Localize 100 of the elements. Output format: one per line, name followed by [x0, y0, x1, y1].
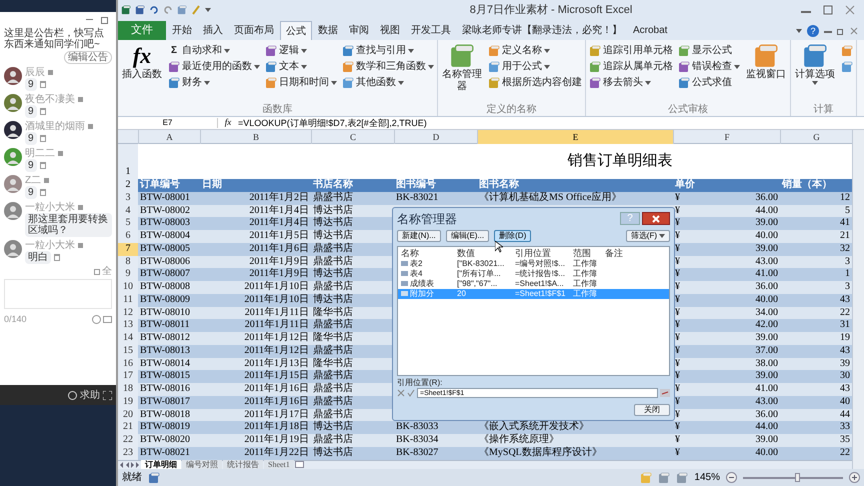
row-header[interactable]: 12 — [118, 306, 138, 320]
row-header[interactable]: 2 — [118, 179, 138, 192]
row-header[interactable]: 21 — [118, 421, 138, 434]
name-row[interactable]: 表4 ["所有订单... =统计报告!$... 工作簿 — [398, 268, 669, 279]
row-header[interactable]: 8 — [118, 256, 138, 268]
column-header[interactable]: 引用位置 — [515, 248, 573, 258]
ribbon-tab[interactable]: 插入 — [198, 21, 228, 40]
ribbon-tab[interactable]: 开发工具 — [406, 21, 456, 40]
ribbon-button[interactable]: 错误检查 — [678, 61, 740, 73]
column-header[interactable]: B — [200, 130, 311, 144]
fx-icon[interactable]: fx — [218, 116, 238, 130]
value-text: ["98","67"... — [457, 278, 498, 289]
name-row[interactable]: 表2 ["BK-83021... =编号对照!$... 工作簿 — [398, 258, 669, 269]
ribbon-button[interactable]: 文本 — [265, 61, 337, 73]
row-header[interactable]: 14 — [118, 332, 138, 345]
row-header[interactable]: 5 — [118, 217, 138, 230]
table-cell: 鼎盛书店 — [311, 242, 394, 256]
price-text: 38.00 — [756, 358, 778, 370]
table-cell: 12 — [780, 192, 852, 204]
currency-symbol: ¥ — [675, 306, 680, 320]
row-header[interactable]: 4 — [118, 204, 138, 218]
name-box[interactable]: E7 — [118, 118, 218, 128]
row-header[interactable]: 23 — [118, 446, 138, 460]
ribbon-large-button[interactable]: 监视窗口 — [745, 43, 787, 81]
ribbon-tab[interactable]: 梁咏老师专讲【翻录违法，必究！】 — [457, 21, 627, 40]
ribbon-button[interactable]: 查找与引用 — [342, 45, 434, 57]
ribbon-button[interactable]: 显示公式 — [678, 45, 740, 57]
column-header[interactable]: 数值 — [457, 248, 515, 258]
column-header[interactable]: 备注 — [605, 248, 666, 258]
column-header[interactable]: F — [673, 130, 780, 144]
close-dialog-button[interactable]: 关闭 — [634, 404, 670, 416]
ribbon-tab[interactable]: 公式 — [280, 21, 312, 40]
file-tab[interactable]: 文件 — [118, 21, 166, 40]
price-text: 36.00 — [756, 281, 778, 294]
group-label: 函数库 — [262, 103, 294, 116]
ribbon-button[interactable]: 最近使用的函数 — [168, 61, 260, 73]
ribbon-tab[interactable]: 视图 — [375, 21, 405, 40]
scope-text: 工作簿 — [573, 258, 598, 269]
ribbon-large-button[interactable]: 计算选项 — [794, 43, 836, 85]
dialog-button[interactable]: 编辑(E)... — [446, 230, 490, 242]
column-header[interactable]: 名称 — [401, 248, 457, 258]
row-header[interactable]: 18 — [118, 383, 138, 396]
table-cell: BTW-08017 — [138, 396, 200, 408]
row-header[interactable]: 1 — [118, 144, 138, 179]
table-cell: 2011年1月10日 — [200, 281, 311, 294]
ribbon-tab[interactable]: 审阅 — [344, 21, 374, 40]
sheet-tab[interactable]: 订单明细 — [141, 460, 181, 469]
ribbon-tab[interactable]: Acrobat — [628, 21, 672, 40]
column-header[interactable]: E — [477, 130, 673, 144]
ribbon-button[interactable]: 根据所选内容创建 — [488, 77, 582, 89]
ribbon-button[interactable]: 公式求值 — [678, 77, 740, 89]
row-header[interactable]: 19 — [118, 396, 138, 408]
row-header[interactable]: 22 — [118, 434, 138, 447]
column-header[interactable]: 范围 — [573, 248, 605, 258]
ribbon-tab[interactable]: 页面布局 — [229, 21, 279, 40]
formula-field[interactable]: =VLOOKUP(订单明细!$D7,表2[#全部],2,TRUE) — [238, 118, 864, 128]
row-header[interactable]: 3 — [118, 192, 138, 204]
row-header[interactable]: 16 — [118, 358, 138, 370]
row-header[interactable]: 11 — [118, 294, 138, 306]
column-header[interactable]: C — [311, 130, 394, 144]
ribbon-large-button[interactable]: 名称管理器 — [441, 43, 483, 93]
row-header[interactable]: 17 — [118, 370, 138, 383]
row-header[interactable]: 6 — [118, 230, 138, 243]
table-cell: 鼎盛书店 — [311, 408, 394, 422]
ribbon-button[interactable]: 用于公式 — [488, 61, 582, 73]
ribbon-button[interactable]: Σ 自动求和 — [168, 45, 260, 57]
name-row[interactable]: 成绩表 ["98","67"... =Sheet1!$A... 工作簿 — [398, 278, 669, 289]
row-header[interactable]: 15 — [118, 344, 138, 358]
table-cell: 鼎盛书店 — [311, 344, 394, 358]
ribbon-button[interactable]: 数学和三角函数 — [342, 61, 434, 73]
row-header[interactable]: 7 — [118, 242, 138, 256]
ribbon-button[interactable]: 追踪从属单元格 — [589, 61, 673, 73]
sheet-tab[interactable]: 编号对照 — [182, 460, 222, 469]
ribbon-button[interactable]: 移去箭头 — [589, 77, 673, 89]
ribbon-button[interactable]: 财务 — [168, 77, 260, 89]
ribbon-tab[interactable]: 开始 — [167, 21, 197, 40]
ribbon-tab[interactable]: 数据 — [313, 21, 343, 40]
ribbon-button[interactable]: 追踪引用单元格 — [589, 45, 673, 57]
table-cell: BTW-08011 — [138, 319, 200, 332]
filter-button[interactable]: 筛选(F) — [626, 230, 670, 242]
ribbon-button[interactable]: 逻辑 — [265, 45, 337, 57]
ribbon-button[interactable]: 其他函数 — [342, 77, 434, 89]
row-header[interactable]: 13 — [118, 319, 138, 332]
sheet-tab[interactable]: 统计报告 — [223, 460, 263, 469]
zoom-level[interactable]: 145% — [694, 470, 720, 485]
ribbon-button[interactable]: 定义名称 — [488, 45, 582, 57]
column-title-cell: 日期 — [200, 179, 311, 192]
ribbon-large-button[interactable]: fx 插入函数 — [121, 43, 163, 81]
dialog-button[interactable]: 删除(D) — [494, 230, 532, 242]
row-header[interactable]: 9 — [118, 268, 138, 281]
row-header[interactable]: 10 — [118, 281, 138, 294]
help-link[interactable]: 求助 — [80, 388, 100, 402]
edit-announcement-button[interactable]: 编辑公告 — [64, 51, 112, 64]
row-header[interactable]: 20 — [118, 408, 138, 422]
column-header[interactable]: A — [138, 130, 200, 144]
dialog-button[interactable]: 新建(N)... — [397, 230, 441, 242]
table-cell: 2011年1月17日 — [200, 408, 311, 422]
help-button[interactable]: ? — [807, 24, 819, 36]
sheet-tab[interactable]: Sheet1 — [264, 460, 294, 469]
ribbon-button[interactable]: 日期和时间 — [265, 77, 337, 89]
